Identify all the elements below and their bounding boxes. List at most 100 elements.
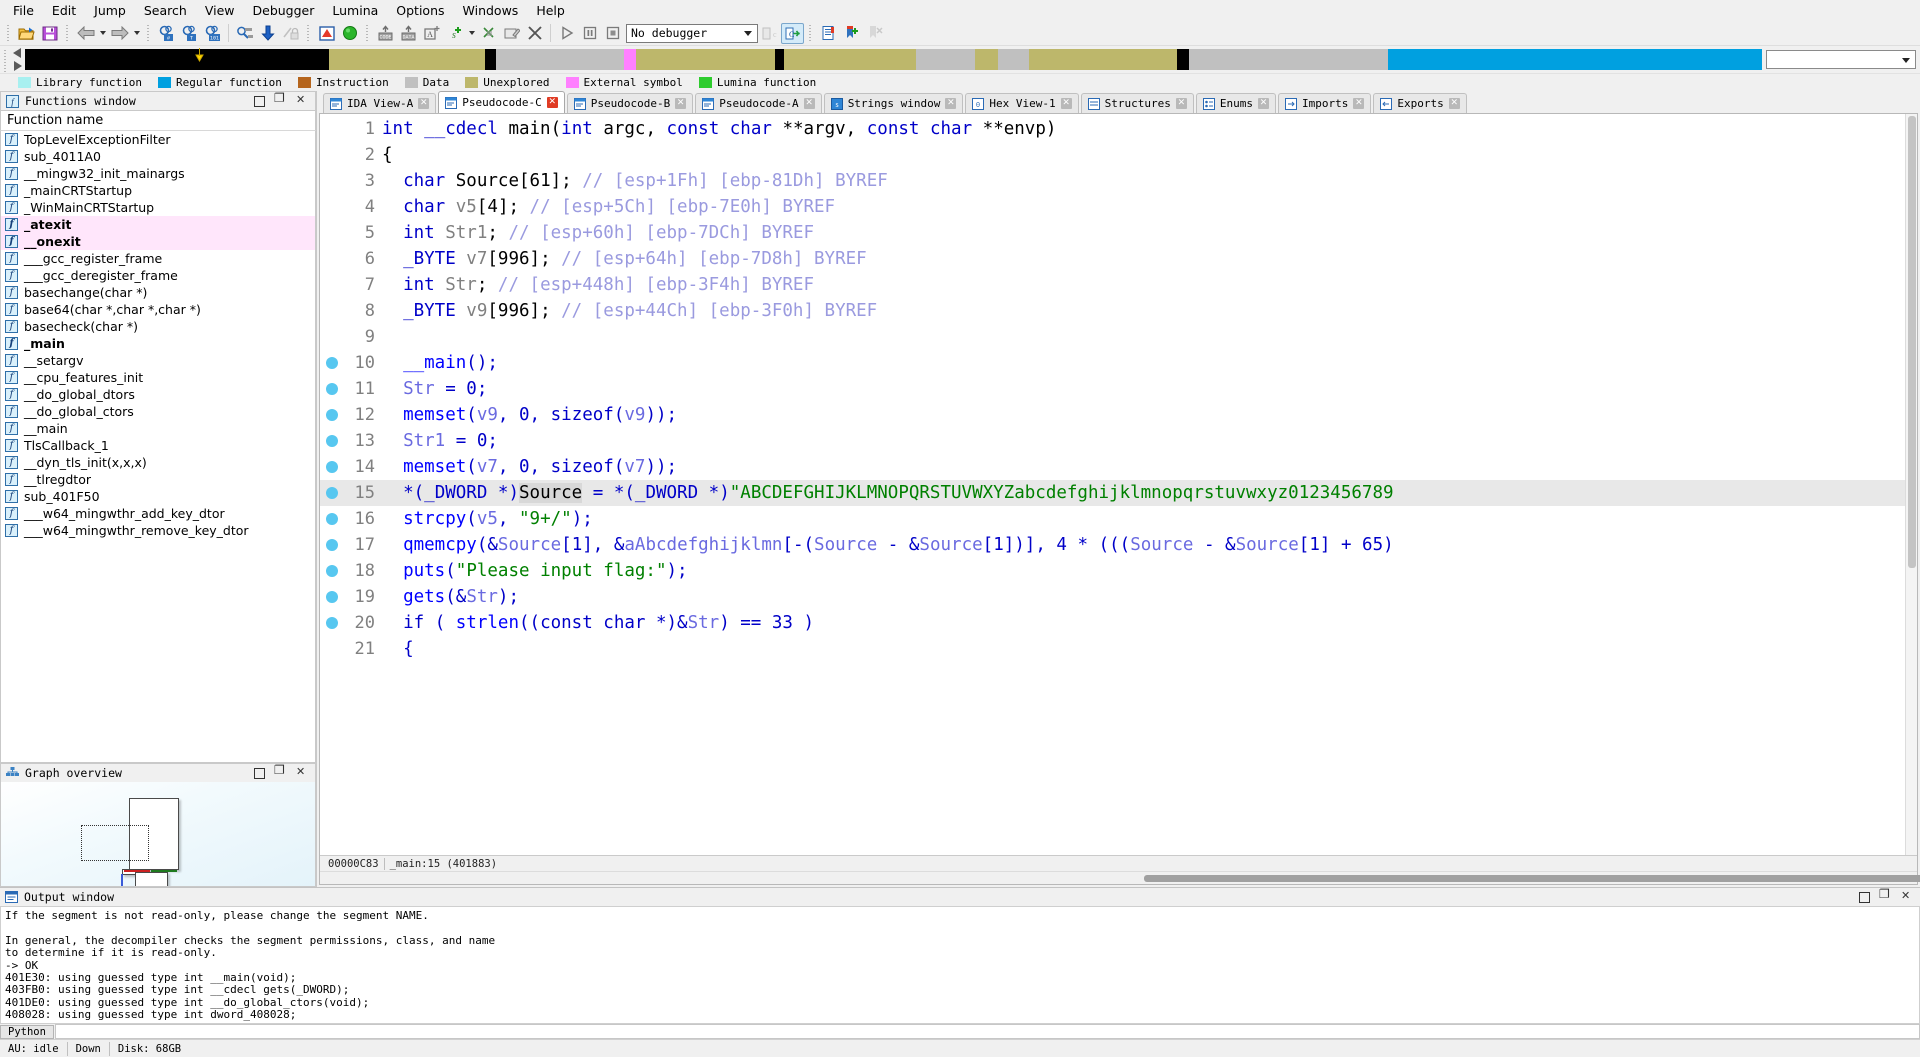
function-list-item[interactable]: f __do_global_dtors xyxy=(1,386,315,403)
decompile-arrow-icon[interactable]: C xyxy=(781,22,804,44)
function-list-item[interactable]: f __cpu_features_init xyxy=(1,369,315,386)
debugger-select[interactable]: No debugger xyxy=(626,23,758,43)
function-list-item[interactable]: f _main xyxy=(1,335,315,352)
menu-item-search[interactable]: Search xyxy=(135,1,196,20)
navband-segment[interactable] xyxy=(1028,49,1177,70)
navband-segment[interactable] xyxy=(1388,49,1762,70)
code-token[interactable]: v7 xyxy=(624,457,645,477)
code-token[interactable]: ( xyxy=(614,457,625,477)
save-icon[interactable] xyxy=(38,23,61,44)
delete-icon[interactable] xyxy=(523,23,546,44)
code-token[interactable]: Source xyxy=(1236,535,1299,555)
code-token[interactable]: memset xyxy=(403,405,466,425)
tab-close-icon[interactable]: ✕ xyxy=(1448,98,1460,109)
code-token[interactable]: Source xyxy=(519,483,583,503)
navband-scroll-left-icon[interactable] xyxy=(13,48,21,58)
code-token[interactable]: main xyxy=(508,119,550,139)
breakpoint-dot-icon[interactable] xyxy=(326,435,338,447)
code-token[interactable]: = xyxy=(445,431,477,451)
pseudocode-line-text[interactable]: strcpy(v5, "9+/"); xyxy=(378,506,593,532)
make-code-icon[interactable]: CODE xyxy=(374,23,397,44)
tab-ida-view-a[interactable]: IDA View-A ✕ xyxy=(323,93,437,113)
search-text-icon[interactable]: T xyxy=(178,23,201,44)
breakpoint-dot-icon[interactable] xyxy=(326,565,338,577)
code-token[interactable]: // [esp+64h] [ebp-7D8h] BYREF xyxy=(561,249,867,269)
code-token[interactable]: [ xyxy=(487,301,498,321)
forward-dropdown-icon[interactable] xyxy=(131,23,142,44)
pseudocode-hscroll-thumb[interactable] xyxy=(1144,875,1920,882)
graph-overview-viewport[interactable] xyxy=(81,825,149,861)
breakpoint-marker-icon[interactable] xyxy=(320,565,344,577)
code-token[interactable]: // [esp+448h] [ebp-3F4h] BYREF xyxy=(498,275,814,295)
code-token[interactable] xyxy=(382,197,403,217)
code-token[interactable]: memset xyxy=(403,457,466,477)
code-token[interactable]: puts xyxy=(403,561,445,581)
code-token[interactable] xyxy=(382,171,403,191)
navband-segment[interactable] xyxy=(997,49,1029,70)
navband-segment[interactable] xyxy=(775,49,785,70)
breakpoint-marker-icon[interactable] xyxy=(320,435,344,447)
code-token[interactable] xyxy=(382,275,403,295)
code-token[interactable]: ]; xyxy=(551,171,583,191)
pseudocode-line[interactable]: 12 memset(v9, 0, sizeof(v9)); xyxy=(320,402,1905,428)
code-token[interactable]: *( xyxy=(382,483,424,503)
code-token[interactable]: *) xyxy=(498,483,519,503)
code-token[interactable]: ) xyxy=(793,613,814,633)
code-token[interactable]: 0 xyxy=(519,457,530,477)
navband-segment[interactable] xyxy=(485,49,496,70)
code-token[interactable]: (); xyxy=(466,353,498,373)
code-token[interactable]: Str1 xyxy=(403,431,445,451)
code-token[interactable]: ( xyxy=(466,509,477,529)
back-dropdown-icon[interactable] xyxy=(97,23,108,44)
navband-segment[interactable] xyxy=(25,49,329,70)
code-token[interactable]: 0 xyxy=(477,431,488,451)
breakpoint-dot-icon[interactable] xyxy=(326,513,338,525)
code-token[interactable]: v9 xyxy=(624,405,645,425)
breakpoint-marker-icon[interactable] xyxy=(320,591,344,603)
code-token[interactable]: __cdecl xyxy=(424,119,508,139)
code-token[interactable]: // [esp+44Ch] [ebp-3F0h] BYREF xyxy=(561,301,877,321)
tab-pseudocode-a[interactable]: Pseudocode-A ✕ xyxy=(695,93,822,113)
function-list-item[interactable]: f __main xyxy=(1,420,315,437)
code-token[interactable]: ; xyxy=(477,379,488,399)
code-token[interactable]: ])], xyxy=(1004,535,1057,555)
code-token[interactable]: v5 xyxy=(477,509,498,529)
navband-segment[interactable] xyxy=(1188,49,1389,70)
code-token[interactable]: Str xyxy=(403,379,435,399)
output-cli-input[interactable] xyxy=(54,1024,1920,1039)
graph-overview-canvas[interactable] xyxy=(0,782,316,887)
pseudocode-line[interactable]: 16 strcpy(v5, "9+/"); xyxy=(320,506,1905,532)
code-token[interactable]: - & xyxy=(877,535,920,555)
breakpoint-dot-icon[interactable] xyxy=(326,383,338,395)
code-token[interactable]: "ABCDEFGHIJKLMNOPQRSTUVWXYZabcdefghijklm… xyxy=(730,483,1394,503)
breakpoint-marker-icon[interactable] xyxy=(320,617,344,629)
pseudocode-horizontal-scrollbar[interactable] xyxy=(320,871,1920,884)
code-token[interactable]: (& xyxy=(445,587,466,607)
code-token[interactable]: 4 xyxy=(487,197,498,217)
pseudocode-line[interactable]: 19 gets(&Str); xyxy=(320,584,1905,610)
code-token[interactable]: , xyxy=(498,405,519,425)
pseudocode-line-text[interactable]: Str = 0; xyxy=(378,376,487,402)
code-token[interactable]: ( xyxy=(445,561,456,581)
functions-window-maximize-icon[interactable] xyxy=(274,91,286,107)
breakpoint-marker-icon[interactable] xyxy=(320,461,344,473)
code-token[interactable]: Source xyxy=(498,535,561,555)
code-token[interactable]: char xyxy=(403,171,456,191)
menu-item-jump[interactable]: Jump xyxy=(85,1,135,20)
function-list-item[interactable]: f __tlregdtor xyxy=(1,471,315,488)
green-circle-icon[interactable] xyxy=(338,23,361,44)
pseudocode-line-text[interactable]: int __cdecl main(int argc, const char **… xyxy=(378,116,1056,142)
function-list-item[interactable]: f TlsCallback_1 xyxy=(1,437,315,454)
tab-pseudocode-c[interactable]: Pseudocode-C ✕ xyxy=(438,91,565,113)
graph-overview-maximize-icon[interactable] xyxy=(274,763,286,779)
code-token[interactable]: Str xyxy=(688,613,720,633)
function-list-item[interactable]: f sub_4011A0 xyxy=(1,148,315,165)
code-token[interactable]: { xyxy=(382,145,393,165)
code-token[interactable]: ( xyxy=(466,405,477,425)
code-token[interactable]: __main xyxy=(403,353,466,373)
function-list-item[interactable]: f _WinMainCRTStartup xyxy=(1,199,315,216)
breakpoint-dot-icon[interactable] xyxy=(326,591,338,603)
code-token[interactable]: ( xyxy=(614,405,625,425)
pseudocode-line-text[interactable]: memset(v7, 0, sizeof(v7)); xyxy=(378,454,677,480)
code-token[interactable]: (& xyxy=(477,535,498,555)
